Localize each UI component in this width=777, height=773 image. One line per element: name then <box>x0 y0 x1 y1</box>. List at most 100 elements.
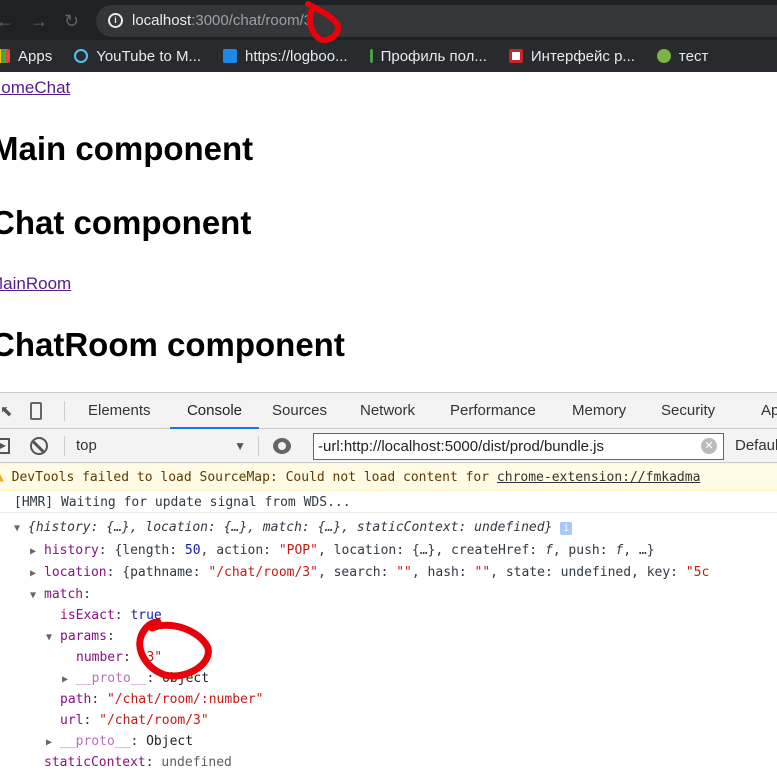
bookmark-label: https://logboo... <box>245 47 348 65</box>
prop-location[interactable]: ▶ location: {pathname: "/chat/room/3", se… <box>0 562 777 583</box>
expanded-arrow-icon[interactable]: ▼ <box>46 627 60 648</box>
eye-icon[interactable] <box>273 438 291 454</box>
url-host: localhost <box>132 12 192 29</box>
bookmark-label: Интерфейс р... <box>530 47 635 65</box>
prop-history[interactable]: ▶ history: {length: 50, action: "POP", lo… <box>0 540 777 561</box>
home-chat-link[interactable]: HomeChat <box>0 78 70 98</box>
warning-text: DevTools failed to load SourceMap: Could… <box>11 470 497 485</box>
tab-elements[interactable]: Elements <box>88 393 151 429</box>
prop-value: "" <box>396 565 412 580</box>
tab-network[interactable]: Network <box>360 393 415 429</box>
filter-value: -url:http://localhost:5000/dist/prod/bun… <box>318 438 605 455</box>
url-path: :3000/chat/room/3 <box>191 12 313 29</box>
prop-value: f <box>544 543 553 558</box>
prop-params[interactable]: ▼ params: <box>0 626 777 647</box>
prop-key: match <box>44 587 84 602</box>
apps-grid-icon <box>0 49 10 63</box>
prop-value: "/chat/room/3" <box>208 565 318 580</box>
reload-icon[interactable]: ↻ <box>64 11 79 32</box>
browser-toolbar: ← → ↻ i localhost:3000/chat/room/3 <box>0 0 777 40</box>
tab-memory[interactable]: Memory <box>572 393 626 429</box>
prop-key: history <box>44 543 99 558</box>
prop-path: path: "/chat/room/:number" <box>60 692 264 707</box>
bookmarks-bar: Apps YouTube to M... https://logboo... П… <box>0 40 777 72</box>
bookmark-logbook[interactable]: https://logboo... <box>223 48 348 65</box>
prop-value: "" <box>474 565 491 580</box>
clear-filter-icon[interactable]: ✕ <box>701 438 717 454</box>
prop-value: "3" <box>138 650 163 665</box>
devtools-tabs: ⬉ Elements Console Sources Network Perfo… <box>0 393 777 429</box>
prop-value: "/chat/room/:number" <box>106 692 264 707</box>
warning-source-link[interactable]: chrome-extension://fmkadma <box>497 470 701 485</box>
divider <box>64 436 65 456</box>
bookmark-label: YouTube to M... <box>96 47 201 65</box>
prop-key: params <box>60 629 107 644</box>
tab-security[interactable]: Security <box>661 393 715 429</box>
page-content: HomeChat Main component Chat component M… <box>0 72 777 392</box>
prop-value: Object <box>162 671 210 686</box>
inspect-icon[interactable]: ⬉ <box>0 402 13 420</box>
prop-value: true <box>130 608 162 623</box>
bookmark-apps[interactable]: Apps <box>0 48 52 65</box>
bookmark-profile[interactable]: Профиль пол... <box>369 47 487 65</box>
context-select[interactable]: top ▼ <box>76 429 246 463</box>
cloud-download-icon <box>74 49 89 63</box>
console-warning: ▲ DevTools failed to load SourceMap: Cou… <box>0 463 777 491</box>
prop-value: 50 <box>184 543 201 558</box>
prop-text: , state: undefined, key: <box>490 565 686 580</box>
collapsed-arrow-icon[interactable]: ▶ <box>30 541 44 562</box>
prop-value: "5c <box>685 565 710 580</box>
prop-key: __proto__ <box>76 671 147 686</box>
prop-number: number: "3" <box>76 650 163 665</box>
collapsed-arrow-icon[interactable]: ▶ <box>62 669 76 690</box>
bookmark-label: тест <box>678 47 709 65</box>
tab-console[interactable]: Console <box>170 393 259 429</box>
divider <box>64 401 65 421</box>
info-icon[interactable]: i <box>108 13 123 28</box>
prop-params-proto[interactable]: ▶ __proto__: Object <box>0 668 777 689</box>
w-logo-icon <box>656 49 671 63</box>
tab-application[interactable]: Ap <box>761 393 777 429</box>
tab-sources[interactable]: Sources <box>272 393 327 429</box>
prop-match[interactable]: ▼ match: <box>0 584 777 605</box>
expanded-arrow-icon[interactable]: ▼ <box>30 585 44 606</box>
bookmark-youtube[interactable]: YouTube to M... <box>74 48 201 65</box>
dropdown-arrow-icon: ▼ <box>234 439 246 453</box>
warning-icon: ▲ <box>0 470 4 485</box>
device-toolbar-icon[interactable] <box>30 402 42 420</box>
forward-icon[interactable]: → <box>30 11 48 32</box>
log-levels-select[interactable]: Defaul <box>735 429 777 463</box>
chat-heading: Chat component <box>0 204 252 241</box>
console-object[interactable]: ▼ {history: {…}, location: {…}, match: {…… <box>0 517 777 538</box>
sidebar-toggle-icon[interactable]: ▶ <box>0 438 10 454</box>
prop-match-proto[interactable]: ▶ __proto__: Object <box>0 731 777 752</box>
clear-console-icon[interactable] <box>30 437 48 455</box>
info-icon[interactable]: i <box>560 522 573 535</box>
prop-staticcontext: staticContext: undefined <box>44 755 232 770</box>
prop-isexact: isExact: true <box>60 608 162 623</box>
prop-value: Object <box>146 734 194 749</box>
back-icon[interactable]: ← <box>0 11 14 32</box>
collapsed-arrow-icon[interactable]: ▶ <box>30 563 44 584</box>
console-filter-input[interactable]: -url:http://localhost:5000/dist/prod/bun… <box>313 433 724 460</box>
prop-key: __proto__ <box>60 734 131 749</box>
object-summary: {history: {…}, location: {…}, match: {…}… <box>28 520 553 535</box>
prop-text: , push: <box>552 543 616 558</box>
collapsed-arrow-icon[interactable]: ▶ <box>46 732 60 753</box>
bookmark-label: Apps <box>18 47 53 65</box>
bookmark-test[interactable]: тест <box>656 47 709 65</box>
tab-performance[interactable]: Performance <box>450 393 536 429</box>
prop-value: "/chat/room/3" <box>99 713 209 728</box>
prop-key: location <box>44 565 107 580</box>
headphones-icon <box>508 49 523 63</box>
console-filter-bar: ▶ top ▼ -url:http://localhost:5000/dist/p… <box>0 429 777 463</box>
prop-url: url: "/chat/room/3" <box>60 713 209 728</box>
console-log-hmr: [HMR] Waiting for update signal from WDS… <box>0 492 777 513</box>
address-bar[interactable]: i localhost:3000/chat/room/3 <box>96 5 777 37</box>
prop-text: , location: {…}, createHref: <box>317 543 545 558</box>
bookmark-label: Профиль пол... <box>380 47 487 65</box>
bookmark-interface[interactable]: Интерфейс р... <box>508 47 635 65</box>
expanded-arrow-icon[interactable]: ▼ <box>14 518 28 539</box>
divider <box>258 436 259 456</box>
main-room-link[interactable]: MainRoom <box>0 274 71 294</box>
